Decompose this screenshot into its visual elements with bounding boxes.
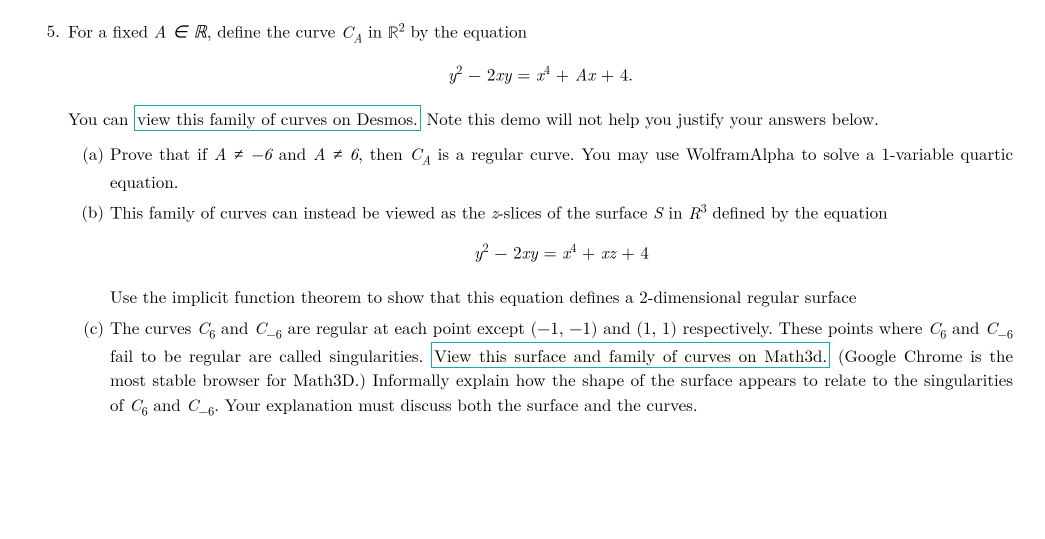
equation-CA: y2 − 2xy = x4 + Ax + 4. xyxy=(68,61,1013,86)
eq-eq: = xyxy=(512,61,537,85)
sub-A: A xyxy=(422,150,431,168)
desmos-note: You can view this family of curves on De… xyxy=(68,106,1013,131)
eq-plus4: + 4. xyxy=(595,61,633,85)
problem-5: 5. For a fixed A ∈ ℝ, define the curve C… xyxy=(32,18,1013,426)
math-A-in-R: A ∈ ℝ xyxy=(154,19,207,43)
R: R xyxy=(688,200,700,224)
text: in xyxy=(663,200,689,224)
note-prefix: You can xyxy=(68,106,134,130)
eq-xy: xy xyxy=(522,239,538,263)
text: and xyxy=(148,392,187,416)
text: and xyxy=(272,141,313,165)
text: Prove that if xyxy=(110,141,214,165)
point-2: (1, 1) xyxy=(636,315,677,339)
text: are regular at each point except xyxy=(282,315,531,339)
equation-S: y2 − 2xy = x4 + xz + 4 xyxy=(110,239,1013,264)
part-b-body: This family of curves can instead be vie… xyxy=(110,199,1013,308)
sub-neg6: −6 xyxy=(199,402,215,420)
intro-text: For a fixed xyxy=(68,19,154,43)
part-b: (b) This family of curves can instead be… xyxy=(76,199,1013,308)
curve-CA: CA xyxy=(410,141,431,165)
eq-eq: = xyxy=(538,239,563,263)
part-a-label: (a) xyxy=(76,141,104,194)
intro-text: in xyxy=(362,19,388,43)
eq-xz: xz xyxy=(601,239,616,263)
curve-CA: CA xyxy=(341,19,362,43)
math3d-link[interactable]: View this surface and family of curves o… xyxy=(431,342,830,368)
text: and xyxy=(946,315,985,339)
curve-C6: C6 xyxy=(197,315,215,339)
eq-plus4: + 4 xyxy=(616,239,649,263)
cond-A-ne-6: A ≠ 6 xyxy=(313,141,358,165)
math-R2: ℝ2 xyxy=(388,19,405,43)
intro-text: by the equation xyxy=(405,19,527,43)
curve-C-neg6: C−6 xyxy=(186,392,214,416)
part-b-intro: This family of curves can instead be vie… xyxy=(110,199,1013,224)
text: and xyxy=(215,315,254,339)
text: respectively. These points where xyxy=(677,315,928,339)
eq-plus: + xyxy=(550,61,575,85)
eq-minus: − 2 xyxy=(462,61,495,85)
C: C xyxy=(928,315,940,339)
part-b-label: (b) xyxy=(76,199,104,308)
space-R3: R3 xyxy=(688,200,707,224)
text: fail to be regular are called singularit… xyxy=(110,343,431,367)
desmos-link[interactable]: view this family of curves on Desmos. xyxy=(134,105,421,131)
sub-neg6: −6 xyxy=(266,324,282,342)
sub-neg6: −6 xyxy=(997,324,1013,342)
C: C xyxy=(254,315,266,339)
part-c-label: (c) xyxy=(76,315,104,421)
part-b-task: Use the implicit function theorem to sho… xyxy=(110,284,1013,309)
problem-number: 5. xyxy=(32,18,60,426)
C: C xyxy=(129,392,141,416)
surface-S: S xyxy=(653,200,663,224)
eq-Ax: Ax xyxy=(575,61,596,85)
text: The curves xyxy=(110,315,197,339)
sub-A: A xyxy=(353,28,362,46)
point-1: (−1, −1) xyxy=(531,315,598,339)
part-a: (a) Prove that if A ≠ −6 and A ≠ 6, then… xyxy=(76,141,1013,194)
C: C xyxy=(186,392,198,416)
text: , then xyxy=(358,141,409,165)
text: Use the implicit function theorem to sho… xyxy=(110,284,856,308)
curve-C6: C6 xyxy=(129,392,147,416)
intro-text: , define the curve xyxy=(207,19,341,43)
subparts: (a) Prove that if A ≠ −6 and A ≠ 6, then… xyxy=(68,141,1013,421)
eq-x: x xyxy=(536,61,544,85)
text: . Your explanation must discuss both the… xyxy=(214,392,697,416)
eq-y: y xyxy=(448,61,456,85)
C: C xyxy=(197,315,209,339)
cond-A-ne-neg6: A ≠ −6 xyxy=(214,141,272,165)
C: C xyxy=(985,315,997,339)
curve-C6: C6 xyxy=(928,315,946,339)
eq-plus: + xyxy=(576,239,601,263)
C: C xyxy=(341,19,353,43)
note-suffix: Note this demo will not help you justify… xyxy=(421,106,879,130)
text: This family of curves can instead be vie… xyxy=(110,200,491,224)
eq-xy: xy xyxy=(495,61,511,85)
text: defined by the equation xyxy=(707,200,888,224)
problem-intro: For a fixed A ∈ ℝ, define the curve CA i… xyxy=(68,18,1013,47)
var-z: z xyxy=(491,200,498,224)
R: ℝ xyxy=(388,25,399,42)
text: and xyxy=(598,315,637,339)
part-c: (c) The curves C6 and C−6 are regular at… xyxy=(76,315,1013,421)
part-a-body: Prove that if A ≠ −6 and A ≠ 6, then CA … xyxy=(110,141,1013,194)
part-c-body: The curves C6 and C−6 are regular at eac… xyxy=(110,315,1013,421)
curve-C-neg6: C−6 xyxy=(254,315,282,339)
problem-body: For a fixed A ∈ ℝ, define the curve CA i… xyxy=(68,18,1013,426)
eq-minus: − 2 xyxy=(489,239,522,263)
text: -slices of the surface xyxy=(498,200,653,224)
C: C xyxy=(410,141,422,165)
curve-C-neg6: C−6 xyxy=(985,315,1013,339)
